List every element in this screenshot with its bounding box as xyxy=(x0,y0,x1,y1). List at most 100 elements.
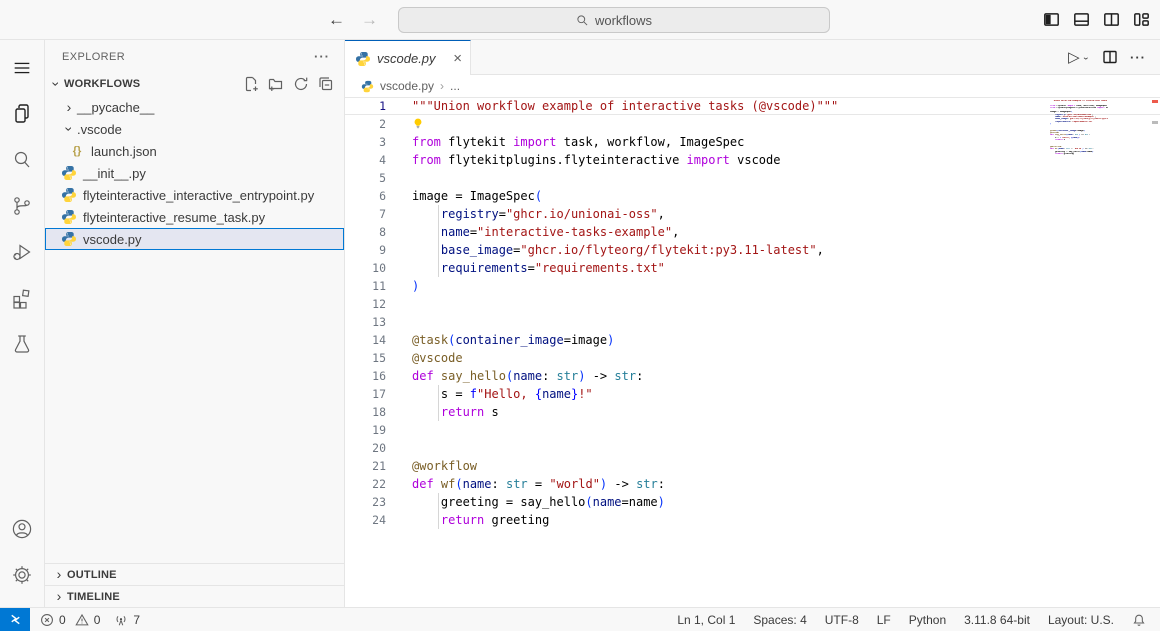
status-item-lf[interactable]: LF xyxy=(877,613,891,627)
workspace-name: WORKFLOWS xyxy=(64,78,140,90)
code-line-10[interactable]: 10 requirements="requirements.txt" xyxy=(345,259,1160,277)
remote-indicator[interactable] xyxy=(0,608,30,631)
status-item-ln-1-col-1[interactable]: Ln 1, Col 1 xyxy=(677,613,735,627)
extensions-icon[interactable] xyxy=(6,278,38,318)
explorer-title: EXPLORER xyxy=(62,51,125,63)
title-bar: ← → workflows xyxy=(0,0,1160,40)
split-editor-icon[interactable] xyxy=(1102,49,1118,65)
minimap[interactable]: """Union workflow example of interactive… xyxy=(1050,100,1108,155)
tree-item--vscode[interactable]: ›.vscode xyxy=(45,118,344,140)
new-file-icon[interactable] xyxy=(243,76,259,92)
tab-vscode-py[interactable]: vscode.py × xyxy=(345,40,471,76)
code-line-21[interactable]: 21@workflow xyxy=(345,457,1160,475)
code-line-11[interactable]: 11) xyxy=(345,277,1160,295)
status-item-python[interactable]: Python xyxy=(909,613,946,627)
tree-item-label: .vscode xyxy=(77,122,122,137)
tree-item-launch-json[interactable]: {}launch.json xyxy=(45,140,344,162)
toggle-secondary-sidebar-icon[interactable] xyxy=(1103,11,1120,28)
ports-indicator[interactable]: 7 xyxy=(114,613,140,627)
overview-ruler-mark xyxy=(1152,121,1158,124)
tree-item-vscode-py[interactable]: vscode.py xyxy=(45,228,344,250)
breadcrumb-separator: › xyxy=(440,79,444,93)
status-item-layout-u-s-[interactable]: Layout: U.S. xyxy=(1048,613,1114,627)
tree-item-flyteinteractive-interactive-entrypoint-py[interactable]: flyteinteractive_interactive_entrypoint.… xyxy=(45,184,344,206)
account-icon[interactable] xyxy=(6,509,38,549)
toggle-panel-icon[interactable] xyxy=(1073,11,1090,28)
python-icon xyxy=(361,80,374,93)
editor-group: vscode.py × ▷ ⌄ ··· vscode.py › ... 1"""… xyxy=(345,40,1160,607)
code-line-19[interactable]: 19 xyxy=(345,421,1160,439)
lightbulb-icon[interactable] xyxy=(412,117,424,130)
code-line-14[interactable]: 14@task(container_image=image) xyxy=(345,331,1160,349)
notifications-bell-icon[interactable] xyxy=(1132,613,1146,627)
explorer-more-actions[interactable]: ··· xyxy=(314,49,330,64)
code-line-9[interactable]: 9 base_image="ghcr.io/flyteorg/flytekit:… xyxy=(345,241,1160,259)
code-line-15[interactable]: 15@vscode xyxy=(345,349,1160,367)
code-line-23[interactable]: 23 greeting = say_hello(name=name) xyxy=(345,493,1160,511)
settings-gear-icon[interactable] xyxy=(6,555,38,595)
code-line-5[interactable]: 5 xyxy=(345,169,1160,187)
activity-bar xyxy=(0,40,45,607)
error-count: 0 xyxy=(59,613,66,627)
code-line-22[interactable]: 22def wf(name: str = "world") -> str: xyxy=(345,475,1160,493)
problems-indicator[interactable]: 0 0 xyxy=(40,613,100,627)
status-item-spaces-4[interactable]: Spaces: 4 xyxy=(753,613,806,627)
close-tab-icon[interactable]: × xyxy=(453,51,462,66)
refresh-icon[interactable] xyxy=(293,76,309,92)
breadcrumb-file[interactable]: vscode.py xyxy=(380,79,434,93)
code-line-12[interactable]: 12 xyxy=(345,295,1160,313)
outline-section[interactable]: › OUTLINE xyxy=(45,563,344,585)
code-line-6[interactable]: 6image = ImageSpec( xyxy=(345,187,1160,205)
tree-item--init-py[interactable]: __init__.py xyxy=(45,162,344,184)
code-line-3[interactable]: 3from flytekit import task, workflow, Im… xyxy=(345,133,1160,151)
menu-icon[interactable] xyxy=(6,48,38,88)
code-line-16[interactable]: 16def say_hello(name: str) -> str: xyxy=(345,367,1160,385)
status-bar: 0 0 7 Ln 1, Col 1 Spaces: 4 UTF-8 LF Python 3… xyxy=(0,607,1160,631)
command-center-search[interactable]: workflows xyxy=(398,7,830,33)
collapse-all-icon[interactable] xyxy=(318,76,334,92)
editor-more-actions[interactable]: ··· xyxy=(1130,50,1146,65)
run-python-file-button[interactable]: ▷ ⌄ xyxy=(1068,48,1090,66)
explorer-icon[interactable] xyxy=(6,94,38,134)
code-line-17[interactable]: 17 s = f"Hello, {name}!" xyxy=(345,385,1160,403)
code-line-18[interactable]: 18 return s xyxy=(345,403,1160,421)
line-number: 20 xyxy=(345,439,386,457)
line-content: return s xyxy=(386,403,499,421)
code-line-1[interactable]: 1"""Union workflow example of interactiv… xyxy=(345,97,1160,115)
code-line-13[interactable]: 13 xyxy=(345,313,1160,331)
code-editor[interactable]: 1"""Union workflow example of interactiv… xyxy=(345,97,1160,607)
new-folder-icon[interactable] xyxy=(268,76,284,92)
code-line-20[interactable]: 20 xyxy=(345,439,1160,457)
line-content xyxy=(386,439,412,457)
customize-layout-icon[interactable] xyxy=(1133,11,1150,28)
testing-icon[interactable] xyxy=(6,324,38,364)
radio-tower-icon xyxy=(114,613,128,627)
toggle-primary-sidebar-icon[interactable] xyxy=(1043,11,1060,28)
code-line-2[interactable]: 2 xyxy=(345,115,1160,133)
line-content xyxy=(386,313,412,331)
outline-label: OUTLINE xyxy=(67,569,117,581)
code-line-4[interactable]: 4from flytekitplugins.flyteinteractive i… xyxy=(345,151,1160,169)
line-content xyxy=(386,169,412,187)
status-item-3-11-8-64-bit[interactable]: 3.11.8 64-bit xyxy=(964,613,1030,627)
breadcrumb-symbol[interactable]: ... xyxy=(450,79,460,93)
line-number: 23 xyxy=(345,493,386,511)
chevron-right-icon: › xyxy=(57,589,62,603)
tree-item--pycache-[interactable]: ›__pycache__ xyxy=(45,96,344,118)
workflows-section-header[interactable]: › WORKFLOWS xyxy=(45,73,344,95)
code-line-24[interactable]: 24 return greeting xyxy=(345,511,1160,529)
timeline-section[interactable]: › TIMELINE xyxy=(45,585,344,607)
line-content: """Union workflow example of interactive… xyxy=(386,98,838,114)
tree-item-label: flyteinteractive_resume_task.py xyxy=(83,210,265,225)
code-line-7[interactable]: 7 registry="ghcr.io/unionai-oss", xyxy=(345,205,1160,223)
code-line-8[interactable]: 8 name="interactive-tasks-example", xyxy=(345,223,1160,241)
source-control-icon[interactable] xyxy=(6,186,38,226)
line-number: 7 xyxy=(345,205,386,223)
tree-item-flyteinteractive-resume-task-py[interactable]: flyteinteractive_resume_task.py xyxy=(45,206,344,228)
search-view-icon[interactable] xyxy=(6,140,38,180)
run-debug-icon[interactable] xyxy=(6,232,38,272)
warning-icon xyxy=(75,613,89,627)
workbench: EXPLORER ··· › WORKFLOWS ›__pycache__›.v… xyxy=(0,40,1160,607)
status-item-utf-8[interactable]: UTF-8 xyxy=(825,613,859,627)
back-arrow-icon[interactable]: ← xyxy=(328,10,345,30)
